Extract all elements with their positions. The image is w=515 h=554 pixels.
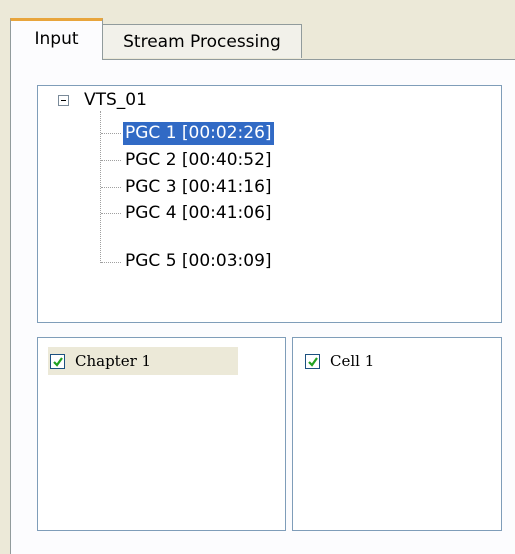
cell-1-checkbox[interactable]: [305, 353, 320, 369]
tree-branch: [101, 133, 121, 134]
tab-stream-processing[interactable]: Stream Processing: [102, 24, 302, 58]
tree-root-label[interactable]: VTS_01: [84, 90, 147, 110]
tree-branch: [101, 213, 121, 214]
tree-branch: [101, 187, 121, 188]
cell-list[interactable]: Cell 1: [292, 337, 502, 531]
list-item-chapter-1[interactable]: Chapter 1: [48, 347, 238, 375]
tree-item-pgc-3[interactable]: PGC 3 [00:41:16]: [123, 176, 274, 199]
collapse-icon[interactable]: [58, 95, 69, 106]
tab-input[interactable]: Input: [10, 18, 103, 60]
tree-item-pgc-2[interactable]: PGC 2 [00:40:52]: [123, 149, 274, 172]
tree-branch: [101, 160, 121, 161]
chapter-1-label: Chapter 1: [75, 352, 152, 370]
cell-1-label: Cell 1: [330, 352, 375, 370]
tree-item-pgc-1[interactable]: PGC 1 [00:02:26]: [123, 122, 274, 145]
tree-branch: [101, 262, 121, 263]
tree-item-pgc-5[interactable]: PGC 5 [00:03:09]: [123, 250, 274, 273]
checkmark-icon: [308, 356, 318, 367]
chapter-list[interactable]: Chapter 1: [37, 337, 286, 531]
chapter-1-checkbox[interactable]: [50, 353, 65, 369]
checkmark-icon: [53, 356, 63, 367]
list-item-cell-1[interactable]: Cell 1: [303, 347, 374, 375]
tree-item-pgc-4[interactable]: PGC 4 [00:41:06]: [123, 202, 274, 225]
pgc-tree[interactable]: VTS_01 PGC 1 [00:02:26] PGC 2 [00:40:52]…: [37, 85, 502, 323]
